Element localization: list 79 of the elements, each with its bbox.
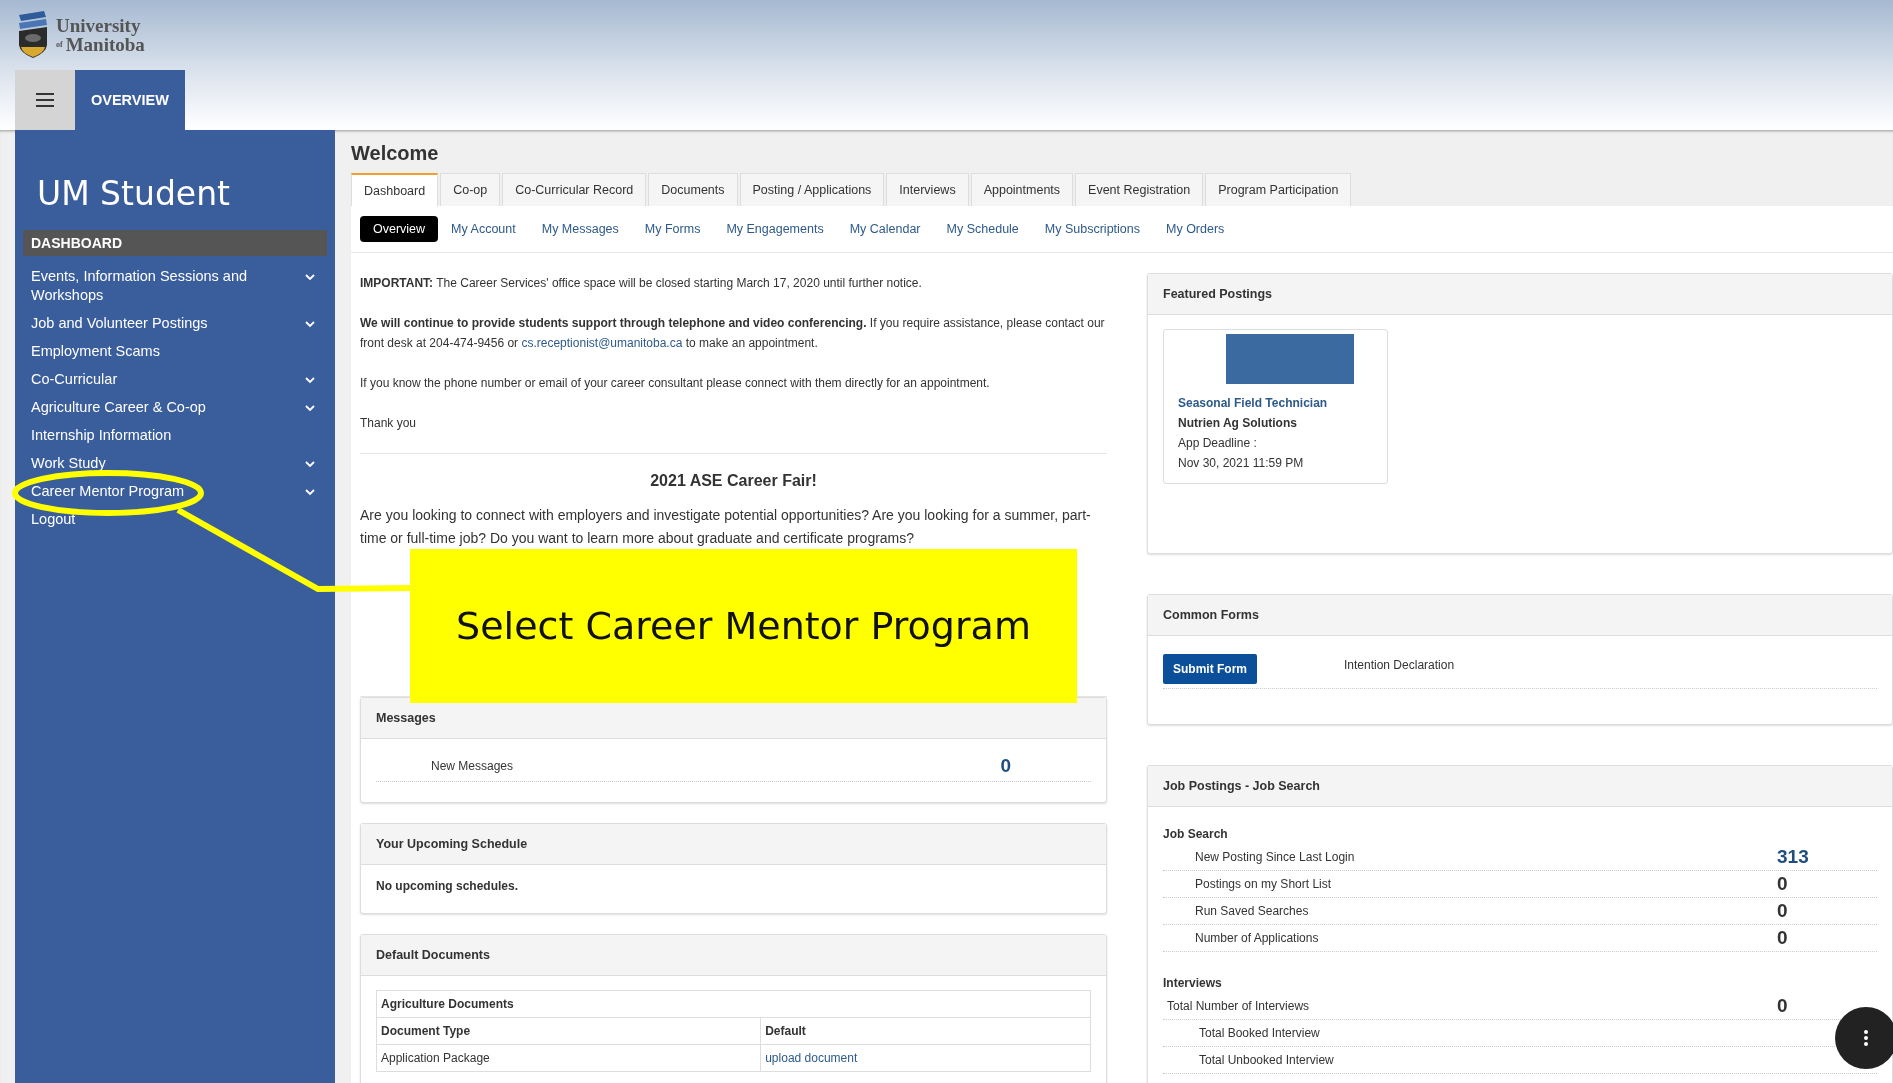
- row-label: Total Booked Interview: [1199, 1026, 1321, 1040]
- sidebar-item[interactable]: Events, Information Sessions and Workshops: [31, 267, 271, 305]
- page-title: Welcome: [351, 141, 440, 166]
- row-label: Total Unbooked Interview: [1199, 1053, 1335, 1067]
- tab[interactable]: Co-op: [440, 173, 501, 206]
- sidebar-item[interactable]: Career Mentor Program: [31, 482, 185, 501]
- notice-text: If you know the phone number or email of your career consultant please connect with them directly for an appointment.: [360, 375, 991, 392]
- form-name: Intention Declaration: [1344, 657, 1455, 672]
- logo-wordmark: University: [56, 16, 142, 35]
- count-value: 0: [1777, 901, 1788, 921]
- subtab[interactable]: My Schedule: [933, 216, 1032, 242]
- empty-message: No upcoming schedules.: [376, 879, 520, 893]
- panel-title: Featured Postings: [1148, 274, 1892, 315]
- vertical-dots-icon: [1864, 1030, 1868, 1046]
- tab[interactable]: Co-Curricular Record: [502, 173, 647, 206]
- upload-link[interactable]: upload document: [765, 1051, 858, 1065]
- row-label: New Posting Since Last Login: [1195, 850, 1356, 864]
- sidebar-item[interactable]: Co-Curricular: [31, 370, 118, 389]
- submit-form-button[interactable]: Submit Form: [1163, 654, 1257, 684]
- nav-tab[interactable]: OVERVIEW: [75, 70, 185, 130]
- count-value: 0: [1777, 996, 1788, 1016]
- panel-title: Default Documents: [361, 935, 1106, 976]
- row-label: New Messages: [431, 759, 514, 773]
- notice-text: IMPORTANT: The Career Services' office space will be closed starting March 17, 2020 until further notice.: [360, 275, 923, 292]
- sidebar-item[interactable]: Agriculture Career & Co-op: [31, 398, 206, 417]
- annotation-callout: Select Career Mentor Program: [410, 549, 1077, 703]
- deadline-label: App Deadline :: [1178, 435, 1258, 452]
- table-cell: Application Package: [376, 1044, 761, 1072]
- tab[interactable]: Program Participation: [1205, 173, 1352, 206]
- sidebar-item[interactable]: Job and Volunteer Postings: [31, 314, 208, 333]
- subtab[interactable]: My Subscriptions: [1031, 216, 1153, 242]
- posting-title-link[interactable]: Seasonal Field Technician: [1178, 393, 1387, 413]
- logo-wordmark: of: [56, 40, 63, 49]
- panel-title: Job Postings - Job Search: [1148, 766, 1892, 807]
- row-label: Number of Applications: [1195, 931, 1320, 945]
- shield-logo-icon: [16, 11, 50, 59]
- tab[interactable]: Appointments: [970, 173, 1074, 206]
- count-value: 0: [1777, 928, 1788, 948]
- tab[interactable]: Posting / Applications: [739, 173, 885, 206]
- sidebar-item[interactable]: Logout: [31, 510, 76, 529]
- menu-button[interactable]: [15, 70, 75, 130]
- subtab[interactable]: My Forms: [631, 216, 714, 242]
- column-header: Default: [760, 1017, 1091, 1045]
- sidebar-item[interactable]: Work Study: [31, 454, 106, 473]
- company-name: Nutrien Ag Solutions: [1178, 415, 1298, 432]
- group-heading: Interviews: [1163, 975, 1223, 992]
- sidebar-heading[interactable]: DASHBOARD: [23, 230, 327, 256]
- column-header: Document Type: [376, 1017, 761, 1045]
- panel-title: Your Upcoming Schedule: [361, 824, 1106, 865]
- tab[interactable]: Dashboard: [351, 173, 439, 206]
- group-heading: Job Search: [1163, 826, 1229, 843]
- subtab[interactable]: My Account: [438, 216, 529, 242]
- message-count[interactable]: 0: [1000, 755, 1011, 777]
- count-value: 0: [1777, 874, 1788, 894]
- section-heading: 2021 ASE Career Fair!: [649, 471, 818, 491]
- row-label: Total Number of Interviews: [1167, 999, 1311, 1013]
- logo-wordmark: Manitoba: [65, 35, 145, 54]
- subtab[interactable]: My Messages: [528, 216, 632, 242]
- sidebar-item[interactable]: Employment Scams: [31, 342, 160, 361]
- notice-text: We will continue to provide students support through telephone and video conferencing. If you require assistance, please contact our front desk at 204-474-9456 or cs.receptionist@umanitoba.ca to make an appointment.: [360, 315, 1106, 352]
- subtab[interactable]: My Orders: [1153, 216, 1238, 242]
- subtab[interactable]: My Calendar: [836, 216, 934, 242]
- tab[interactable]: Interviews: [886, 173, 969, 206]
- subtab[interactable]: My Engagements: [713, 216, 837, 242]
- tab[interactable]: Event Registration: [1075, 173, 1204, 206]
- panel-title: Common Forms: [1148, 595, 1892, 636]
- email-link[interactable]: cs.receptionist@umanitoba.ca: [521, 336, 683, 350]
- notice-text: Thank you: [360, 415, 418, 432]
- sidebar-item[interactable]: Internship Information: [31, 426, 172, 445]
- tab[interactable]: Documents: [648, 173, 738, 206]
- sidebar-title: UM Student: [36, 174, 232, 215]
- menu-icon: [36, 93, 54, 107]
- row-label: Run Saved Searches: [1195, 904, 1310, 918]
- deadline-date: Nov 30, 2021 11:59 PM: [1178, 455, 1305, 472]
- table-caption: Agriculture Documents: [376, 990, 1091, 1018]
- row-label: Postings on my Short List: [1195, 877, 1333, 891]
- subtab[interactable]: Overview: [360, 216, 439, 242]
- count-link[interactable]: 313: [1777, 847, 1809, 867]
- body-text: Are you looking to connect with employers and investigate potential opportunities? Are you looking for a summer, part-time or full-time job? Do you want to learn more about graduate and certificate programs?: [360, 506, 1092, 548]
